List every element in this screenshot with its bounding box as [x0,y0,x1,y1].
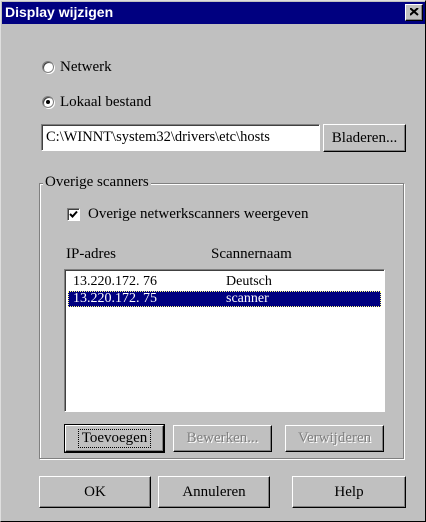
edit-button[interactable]: Bewerken... [173,425,272,452]
radio-lokaal-bestand[interactable]: Lokaal bestand [42,92,151,112]
browse-button[interactable]: Bladeren... [323,124,406,152]
close-icon [410,8,419,16]
column-header-ip: IP-adres [66,246,116,262]
display-dialog: Display wijzigen Netwerk Lokaal bestand … [0,0,426,522]
list-item-name: scanner [226,291,269,306]
radio-netwerk-label: Netwerk [60,58,112,75]
list-item-ip: 13.220.172. 75 [73,291,157,306]
checkmark-icon [69,210,78,218]
edit-button-label: Bewerken... [186,430,259,446]
radio-lokaal-label: Lokaal bestand [60,93,152,110]
column-header-scanner-name: Scannernaam [211,246,292,262]
add-button-label: Toevoegen [77,429,152,448]
help-button[interactable]: Help [292,476,406,508]
add-button[interactable]: Toevoegen [64,424,165,453]
radio-circle[interactable] [42,61,54,73]
list-item-selected[interactable]: 13.220.172. 75 scanner [68,291,381,307]
ok-button-label: OK [84,483,106,500]
remove-button-label: Verwijderen [297,430,372,446]
close-button[interactable] [405,4,423,21]
file-path-input[interactable]: C:\WINNT\system32\drivers\etc\hosts [41,124,320,151]
cancel-button[interactable]: Annuleren [158,476,270,508]
show-network-scanners-checkbox[interactable]: Overige netwerkscanners weergeven [67,206,308,223]
checkbox-label: Overige netwerkscanners weergeven [88,206,309,222]
title-bar[interactable]: Display wijzigen [2,2,425,24]
remove-button[interactable]: Verwijderen [285,425,384,452]
ok-button[interactable]: OK [39,476,151,508]
window-title: Display wijzigen [5,4,114,20]
list-item-name: Deutsch [226,274,272,289]
group-title: Overige scanners [43,174,151,191]
scanner-list[interactable]: 13.220.172. 76 Deutsch 13.220.172. 75 sc… [64,269,385,412]
radio-netwerk[interactable]: Netwerk [42,57,112,77]
cancel-button-label: Annuleren [182,483,246,500]
radio-circle-checked[interactable] [42,96,54,108]
browse-button-label: Bladeren... [331,129,398,146]
help-button-label: Help [334,483,364,500]
list-item[interactable]: 13.220.172. 76 Deutsch [68,274,381,290]
list-item-ip: 13.220.172. 76 [73,274,157,289]
checkbox-box[interactable] [67,208,80,221]
